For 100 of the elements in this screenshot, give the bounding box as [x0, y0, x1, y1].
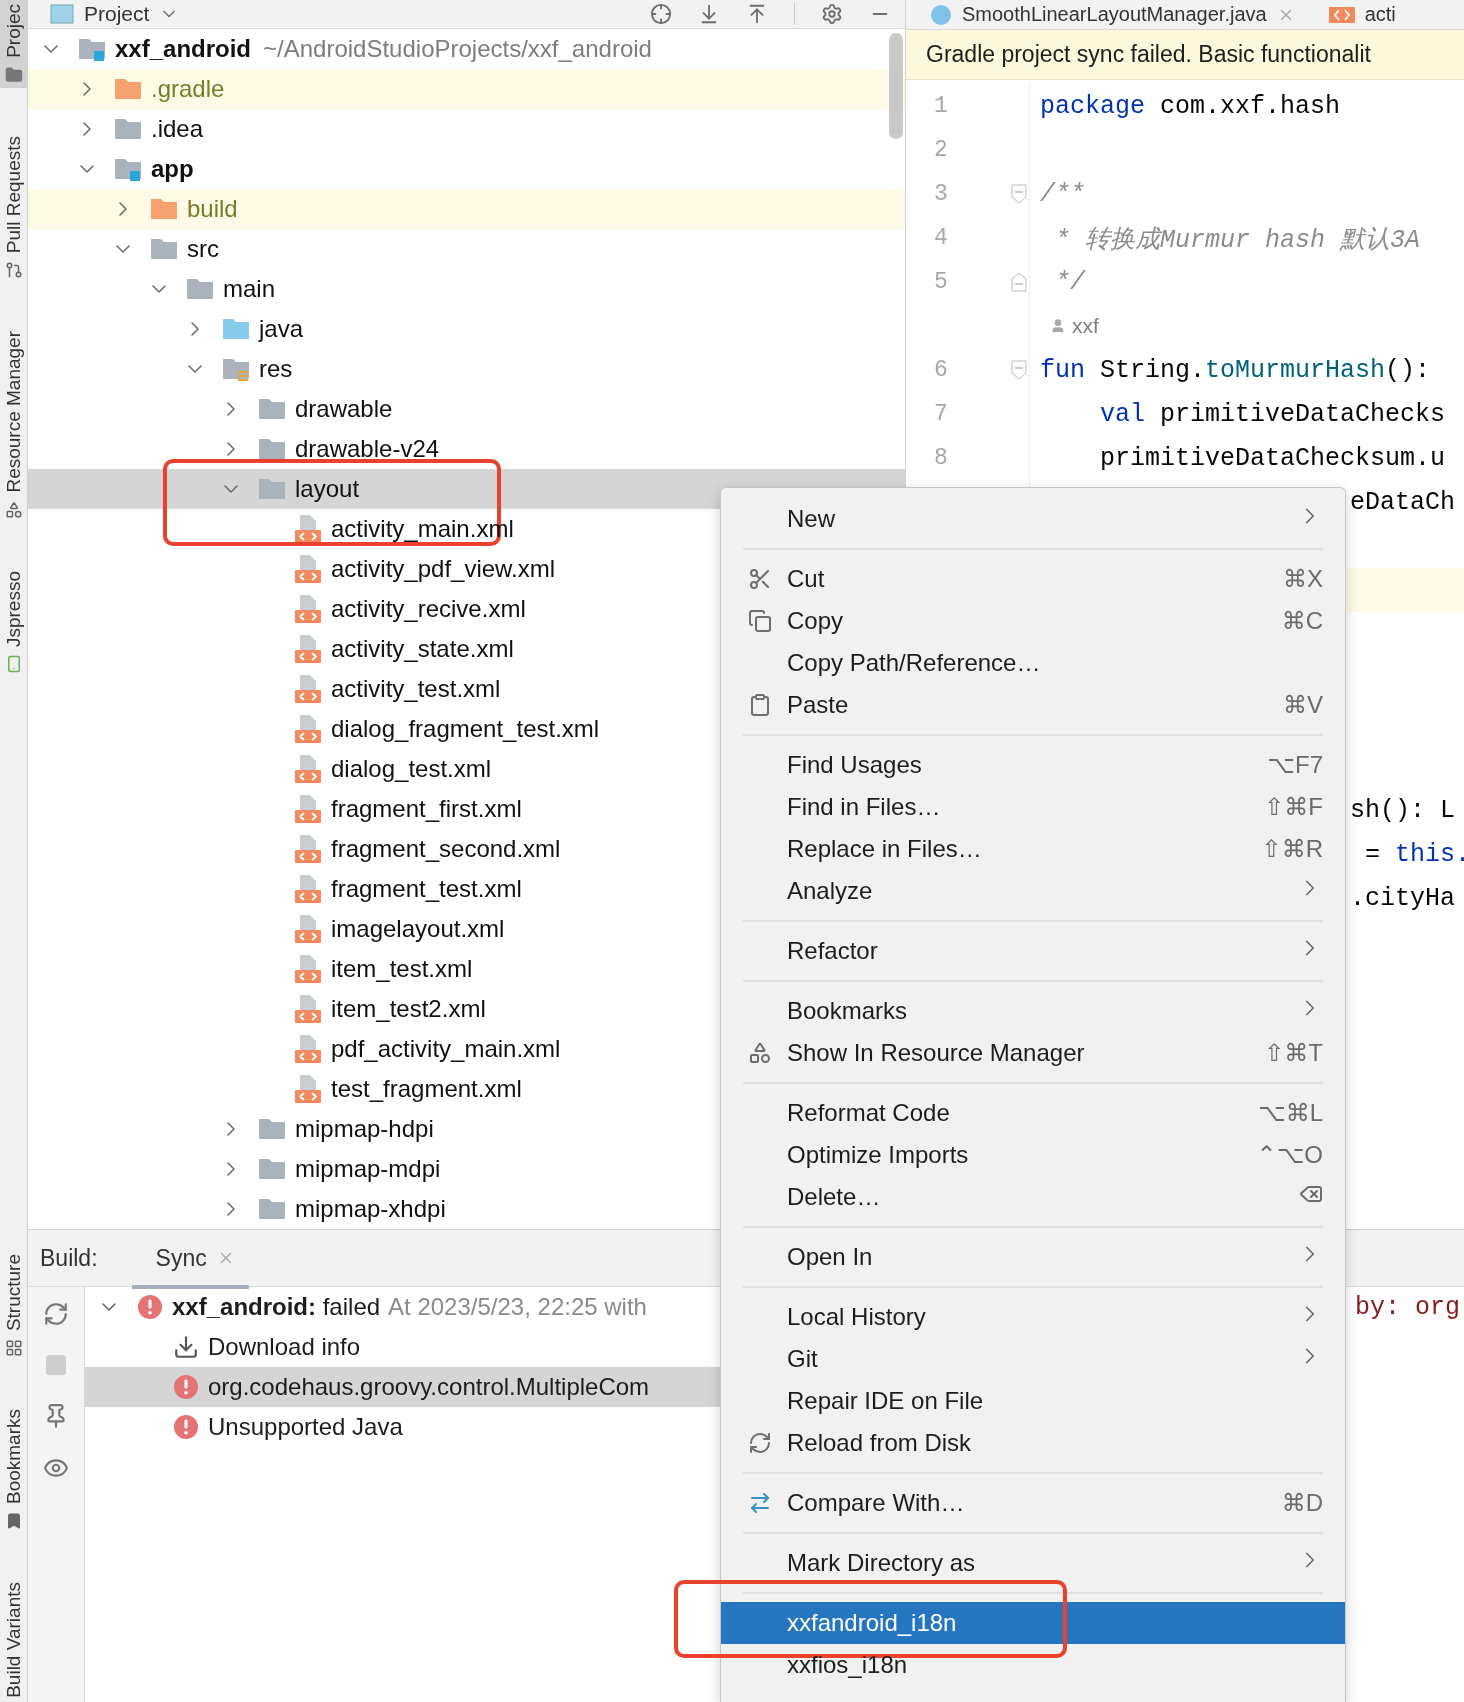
menu-item[interactable]: Replace in Files… ⇧⌘R [721, 828, 1345, 870]
line-number: 1 [933, 93, 948, 119]
panel-title[interactable]: Project [84, 2, 150, 26]
editor-tab[interactable]: acti [1304, 0, 1406, 29]
menu-item[interactable]: Repair IDE on File [721, 1380, 1345, 1422]
locate-icon[interactable] [650, 3, 672, 25]
menu-item[interactable]: Delete… [721, 1176, 1345, 1218]
xml-file-icon [294, 794, 322, 824]
xml-file-icon [294, 634, 322, 664]
tool-window-tab[interactable]: Pull Requests [0, 131, 27, 284]
folder-row[interactable]: .idea [28, 109, 905, 149]
scrollbar[interactable] [889, 33, 903, 139]
tool-window-tab[interactable]: Projec [0, 0, 27, 88]
xml-file-icon [294, 674, 322, 704]
shortcut: ⇧⌘T [1264, 1039, 1323, 1067]
tool-window-tab[interactable]: Resource Manager [0, 327, 27, 523]
menu-item[interactable]: Compare With… ⌘D [721, 1482, 1345, 1524]
menu-item[interactable]: Reformat Code ⌥⌘L [721, 1092, 1345, 1134]
pull-request-icon [4, 261, 23, 280]
build-tree-row[interactable]: xxf_android: failed At 2023/5/23, 22:25 with [85, 1287, 720, 1327]
build-label: Build: [40, 1244, 98, 1272]
menu-item[interactable]: Open In [721, 1236, 1345, 1278]
tool-window-tab[interactable]: Build Variants [0, 1578, 27, 1702]
code-line: fun String.toMurmurHash(): [1040, 355, 1431, 385]
menu-item[interactable]: xxfios_i18n [721, 1644, 1345, 1686]
xml-file-icon [294, 514, 322, 544]
menu-item[interactable]: Mark Directory as [721, 1542, 1345, 1584]
folder-row[interactable]: drawable-v24 [28, 429, 905, 469]
menu-item[interactable]: Show In Resource Manager ⇧⌘T [721, 1032, 1345, 1074]
shortcut: ⇧⌘F [1264, 793, 1323, 821]
fold-icon[interactable] [1011, 272, 1027, 292]
xml-file-icon [294, 1034, 322, 1064]
class-icon [930, 3, 952, 26]
menu-item[interactable]: Find in Files… ⇧⌘F [721, 786, 1345, 828]
menu-item[interactable]: Reload from Disk [721, 1422, 1345, 1464]
menu-item[interactable]: Find Usages ⌥F7 [721, 744, 1345, 786]
xml-file-icon [294, 874, 322, 904]
code-line: sh(): L [1350, 795, 1456, 825]
menu-item[interactable]: Git [721, 1338, 1345, 1380]
code-line: package com.xxf.hash [1040, 91, 1341, 121]
menu-item[interactable]: Refactor [721, 930, 1345, 972]
menu-item[interactable]: Paste ⌘V [721, 684, 1345, 726]
menu-item[interactable]: Copy ⌘C [721, 600, 1345, 642]
build-tab[interactable]: Sync [131, 1231, 249, 1289]
build-tree-row[interactable]: Unsupported Java [85, 1407, 720, 1447]
shortcut: ⌃⌥O [1256, 1141, 1323, 1169]
tool-window-tab[interactable]: Jspresso [0, 566, 27, 677]
line-number: 4 [933, 225, 948, 251]
xml-file-icon [294, 754, 322, 784]
xml-file-icon [294, 594, 322, 624]
menu-item[interactable]: Local History [721, 1296, 1345, 1338]
author-hint: xxf [1030, 314, 1464, 338]
line-number: 6 [933, 357, 948, 383]
shortcut: ⌘X [1283, 565, 1323, 593]
folder-icon [258, 436, 286, 462]
code-line: = this. [1364, 839, 1464, 869]
fold-icon[interactable] [1011, 360, 1027, 380]
error-icon [173, 1374, 199, 1400]
folder-row[interactable]: .gradle [28, 69, 905, 109]
reload-icon [748, 1431, 772, 1455]
menu-item[interactable]: Copy Path/Reference… [721, 642, 1345, 684]
tool-window-tab[interactable]: Bookmarks [0, 1405, 27, 1535]
shapes-icon [748, 1041, 772, 1065]
folder-row[interactable]: build [28, 189, 905, 229]
folder-icon [150, 236, 178, 262]
menu-item[interactable]: Cut ⌘X [721, 558, 1345, 600]
build-tree-row[interactable]: org.codehaus.groovy.control.MultipleCom [85, 1367, 720, 1407]
copy-icon [748, 609, 772, 633]
shortcut: ⌘V [1283, 691, 1323, 719]
folder-row[interactable]: app [28, 149, 905, 189]
folder-row[interactable]: res [28, 349, 905, 389]
menu-item[interactable]: xxfandroid_i18n [721, 1602, 1345, 1644]
xml-file-icon [294, 914, 322, 944]
refresh-icon[interactable] [43, 1301, 69, 1327]
sync-time: At 2023/5/23, 22:25 with [388, 1293, 647, 1321]
resource-folder-icon [222, 356, 250, 382]
folder-row[interactable]: main [28, 269, 905, 309]
module-folder-icon [114, 156, 142, 182]
shortcut: ⇧⌘R [1261, 835, 1323, 863]
sync-failed-banner: Gradle project sync failed. Basic functionalit [906, 30, 1464, 80]
menu-item[interactable]: Bookmarks [721, 990, 1345, 1032]
folder-row[interactable]: java [28, 309, 905, 349]
settings-icon[interactable] [821, 3, 843, 25]
folder-row[interactable]: xxf_android ~/AndroidStudioProjects/xxf_android [28, 29, 905, 69]
xml-file-icon [1328, 6, 1355, 23]
folder-icon [114, 116, 142, 142]
menu-item[interactable]: Analyze [721, 870, 1345, 912]
folder-row[interactable]: drawable [28, 389, 905, 429]
folder-icon [258, 1196, 286, 1222]
build-tree-row[interactable]: Download info [85, 1327, 720, 1367]
xml-file-icon [294, 834, 322, 864]
fold-icon[interactable] [1011, 184, 1027, 204]
folder-row[interactable]: src [28, 229, 905, 269]
folder-icon [258, 476, 286, 502]
menu-item[interactable]: Optimize Imports ⌃⌥O [721, 1134, 1345, 1176]
console-line: by: org [1355, 1292, 1461, 1322]
folder-icon [4, 65, 23, 84]
tool-window-tab[interactable]: Structure [0, 1250, 27, 1362]
editor-tab[interactable]: SmoothLinearLayoutManager.java [906, 0, 1305, 29]
code-line: val primitiveDataChecks [1100, 399, 1446, 429]
